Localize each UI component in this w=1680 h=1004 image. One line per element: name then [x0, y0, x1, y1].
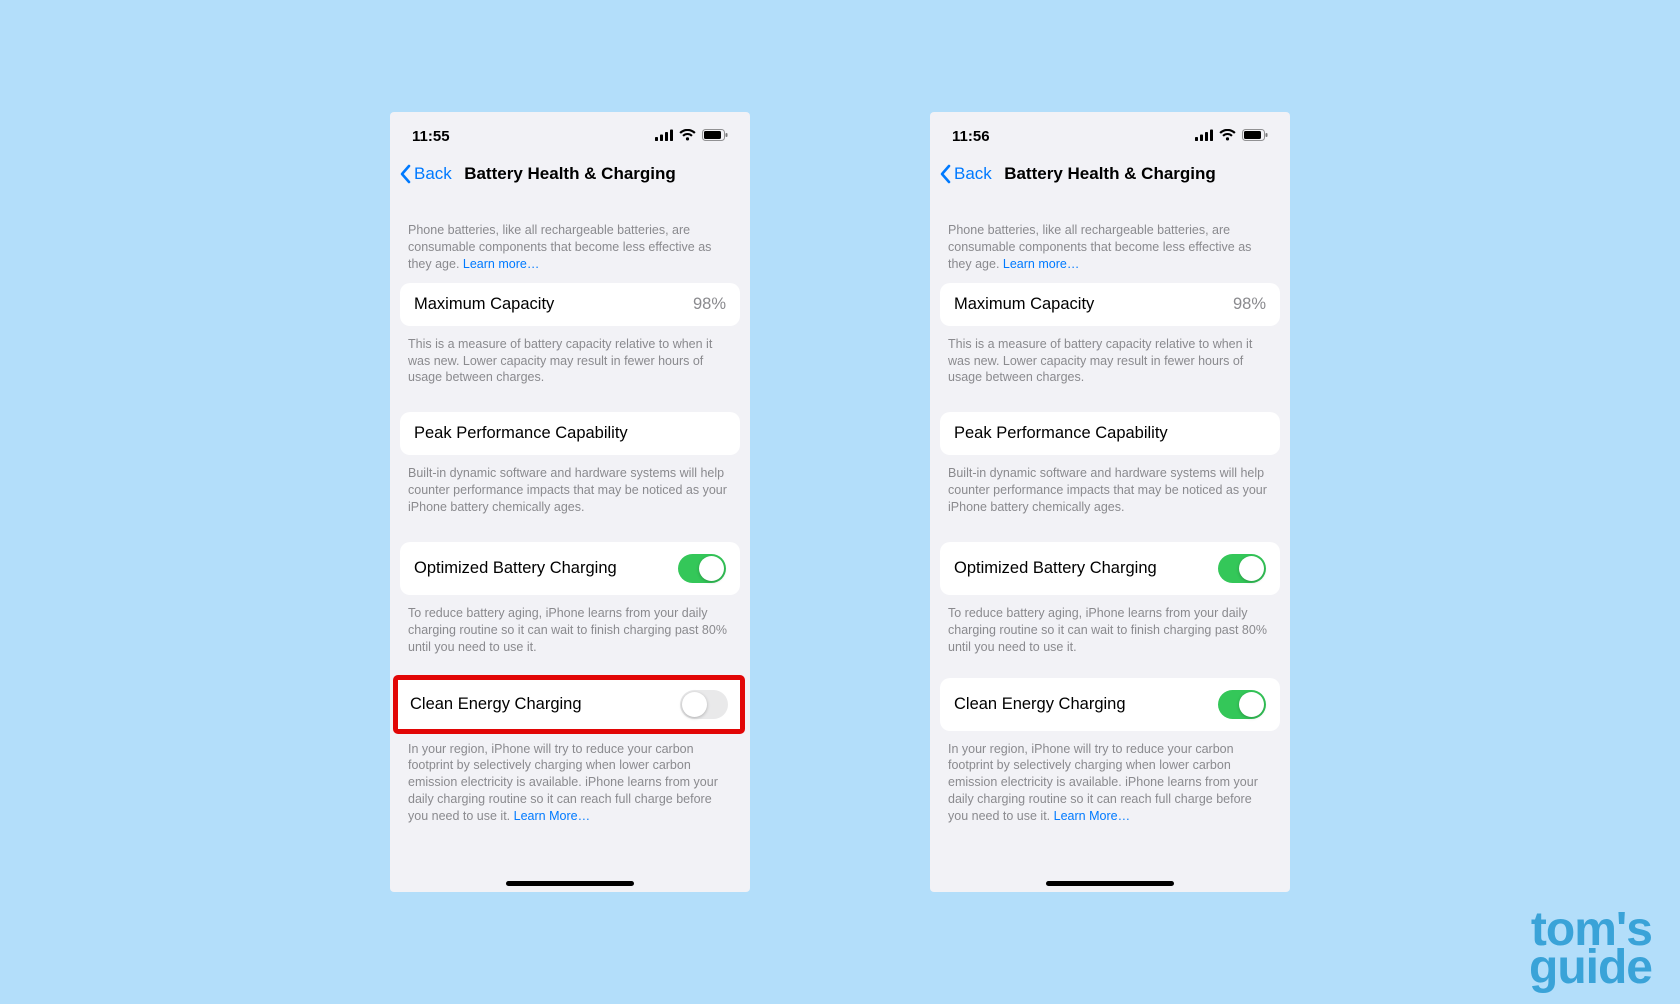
intro-learn-more-link[interactable]: Learn more… — [1003, 257, 1079, 271]
status-icons — [1195, 128, 1268, 145]
clean-energy-row: Clean Energy Charging — [396, 678, 742, 731]
maximum-capacity-value: 98% — [1233, 295, 1266, 314]
phone-left: 11:55 Back Battery Health & Charging Pho… — [390, 112, 750, 892]
intro-learn-more-link[interactable]: Learn more… — [463, 257, 539, 271]
clean-energy-footer: In your region, iPhone will try to reduc… — [390, 735, 750, 831]
wifi-icon — [679, 128, 696, 145]
chevron-left-icon — [398, 164, 412, 184]
watermark-line2: guide — [1529, 949, 1652, 986]
clean-energy-learn-more-link[interactable]: Learn More… — [1054, 809, 1130, 823]
peak-performance-row[interactable]: Peak Performance Capability — [940, 412, 1280, 455]
maximum-capacity-label: Maximum Capacity — [414, 295, 693, 314]
settings-content[interactable]: Phone batteries, like all rechargeable b… — [930, 196, 1290, 892]
optimized-charging-row: Optimized Battery Charging — [400, 542, 740, 595]
clean-energy-toggle[interactable] — [680, 690, 728, 719]
peak-performance-row[interactable]: Peak Performance Capability — [400, 412, 740, 455]
clean-energy-learn-more-link[interactable]: Learn More… — [514, 809, 590, 823]
maximum-capacity-footer: This is a measure of battery capacity re… — [390, 330, 750, 393]
peak-performance-label: Peak Performance Capability — [414, 424, 726, 443]
optimized-charging-toggle[interactable] — [678, 554, 726, 583]
optimized-charging-label: Optimized Battery Charging — [414, 559, 678, 578]
clean-energy-label: Clean Energy Charging — [410, 695, 680, 714]
back-label: Back — [414, 164, 452, 184]
intro-text: Phone batteries, like all rechargeable b… — [930, 196, 1290, 279]
maximum-capacity-row[interactable]: Maximum Capacity 98% — [940, 283, 1280, 326]
battery-icon — [1242, 128, 1268, 145]
cellular-icon — [655, 128, 673, 145]
toggle-knob — [1239, 556, 1264, 581]
maximum-capacity-row[interactable]: Maximum Capacity 98% — [400, 283, 740, 326]
clean-energy-row: Clean Energy Charging — [940, 678, 1280, 731]
toggle-knob — [1239, 692, 1264, 717]
peak-performance-footer: Built-in dynamic software and hardware s… — [930, 459, 1290, 522]
nav-bar: Back Battery Health & Charging — [390, 152, 750, 196]
optimized-charging-toggle[interactable] — [1218, 554, 1266, 583]
intro-text-body: Phone batteries, like all rechargeable b… — [408, 223, 711, 271]
nav-bar: Back Battery Health & Charging — [930, 152, 1290, 196]
clean-energy-toggle[interactable] — [1218, 690, 1266, 719]
peak-performance-footer: Built-in dynamic software and hardware s… — [390, 459, 750, 522]
settings-content[interactable]: Phone batteries, like all rechargeable b… — [390, 196, 750, 892]
status-time: 11:56 — [952, 128, 990, 145]
page-title: Battery Health & Charging — [1004, 164, 1216, 184]
status-icons — [655, 128, 728, 145]
back-label: Back — [954, 164, 992, 184]
home-indicator[interactable] — [506, 881, 634, 886]
cellular-icon — [1195, 128, 1213, 145]
toggle-knob — [682, 692, 707, 717]
screenshot-stage: 11:55 Back Battery Health & Charging Pho… — [137, 82, 1543, 922]
page-title: Battery Health & Charging — [464, 164, 676, 184]
home-indicator[interactable] — [1046, 881, 1174, 886]
optimized-charging-row: Optimized Battery Charging — [940, 542, 1280, 595]
toggle-knob — [699, 556, 724, 581]
status-bar: 11:56 — [930, 112, 1290, 152]
maximum-capacity-value: 98% — [693, 295, 726, 314]
maximum-capacity-footer: This is a measure of battery capacity re… — [930, 330, 1290, 393]
chevron-left-icon — [938, 164, 952, 184]
watermark-logo: tom's guide — [1529, 911, 1652, 986]
clean-energy-footer: In your region, iPhone will try to reduc… — [930, 735, 1290, 831]
status-bar: 11:55 — [390, 112, 750, 152]
phone-right: 11:56 Back Battery Health & Charging Pho… — [930, 112, 1290, 892]
optimized-charging-label: Optimized Battery Charging — [954, 559, 1218, 578]
status-time: 11:55 — [412, 128, 450, 145]
intro-text-body: Phone batteries, like all rechargeable b… — [948, 223, 1251, 271]
intro-text: Phone batteries, like all rechargeable b… — [390, 196, 750, 279]
maximum-capacity-label: Maximum Capacity — [954, 295, 1233, 314]
back-button[interactable]: Back — [938, 164, 992, 184]
back-button[interactable]: Back — [398, 164, 452, 184]
optimized-charging-footer: To reduce battery aging, iPhone learns f… — [390, 599, 750, 662]
clean-energy-label: Clean Energy Charging — [954, 695, 1218, 714]
peak-performance-label: Peak Performance Capability — [954, 424, 1266, 443]
battery-icon — [702, 128, 728, 145]
wifi-icon — [1219, 128, 1236, 145]
optimized-charging-footer: To reduce battery aging, iPhone learns f… — [930, 599, 1290, 662]
